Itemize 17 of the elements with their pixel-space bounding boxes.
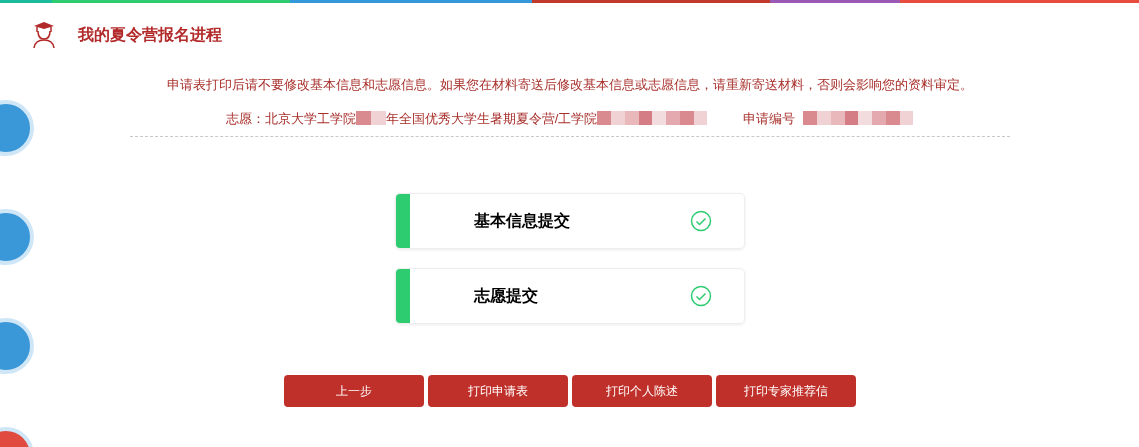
application-number-label: 申请编号: [743, 109, 796, 128]
action-button[interactable]: 上一步: [283, 375, 424, 407]
action-button[interactable]: 打印申请表: [427, 375, 568, 407]
check-circle-icon: [689, 210, 712, 232]
action-button[interactable]: 打印个人陈述: [571, 375, 712, 407]
notice-text: 申请表打印后请不要修改基本信息和志愿信息。如果您在材料寄送后修改基本信息或志愿信息，请重新寄送材料，否则会影响您的资料审定。: [166, 76, 973, 94]
status-accent-bar: [395, 269, 410, 323]
check-circle-icon: [689, 285, 712, 307]
status-accent-bar: [395, 194, 410, 248]
step-label: 基本信息提交: [473, 211, 571, 231]
choice-text: 年全国优秀大学生暑期夏令营/工学院: [385, 109, 598, 128]
page-title: 我的夏令营报名进程: [78, 25, 222, 45]
action-button[interactable]: 打印专家推荐信: [715, 375, 856, 407]
step-label: 志愿提交: [473, 286, 539, 306]
choice-label: 志愿：北京大学工学院: [225, 109, 356, 128]
graduate-icon: [32, 21, 56, 49]
blurred-text: [355, 111, 386, 126]
